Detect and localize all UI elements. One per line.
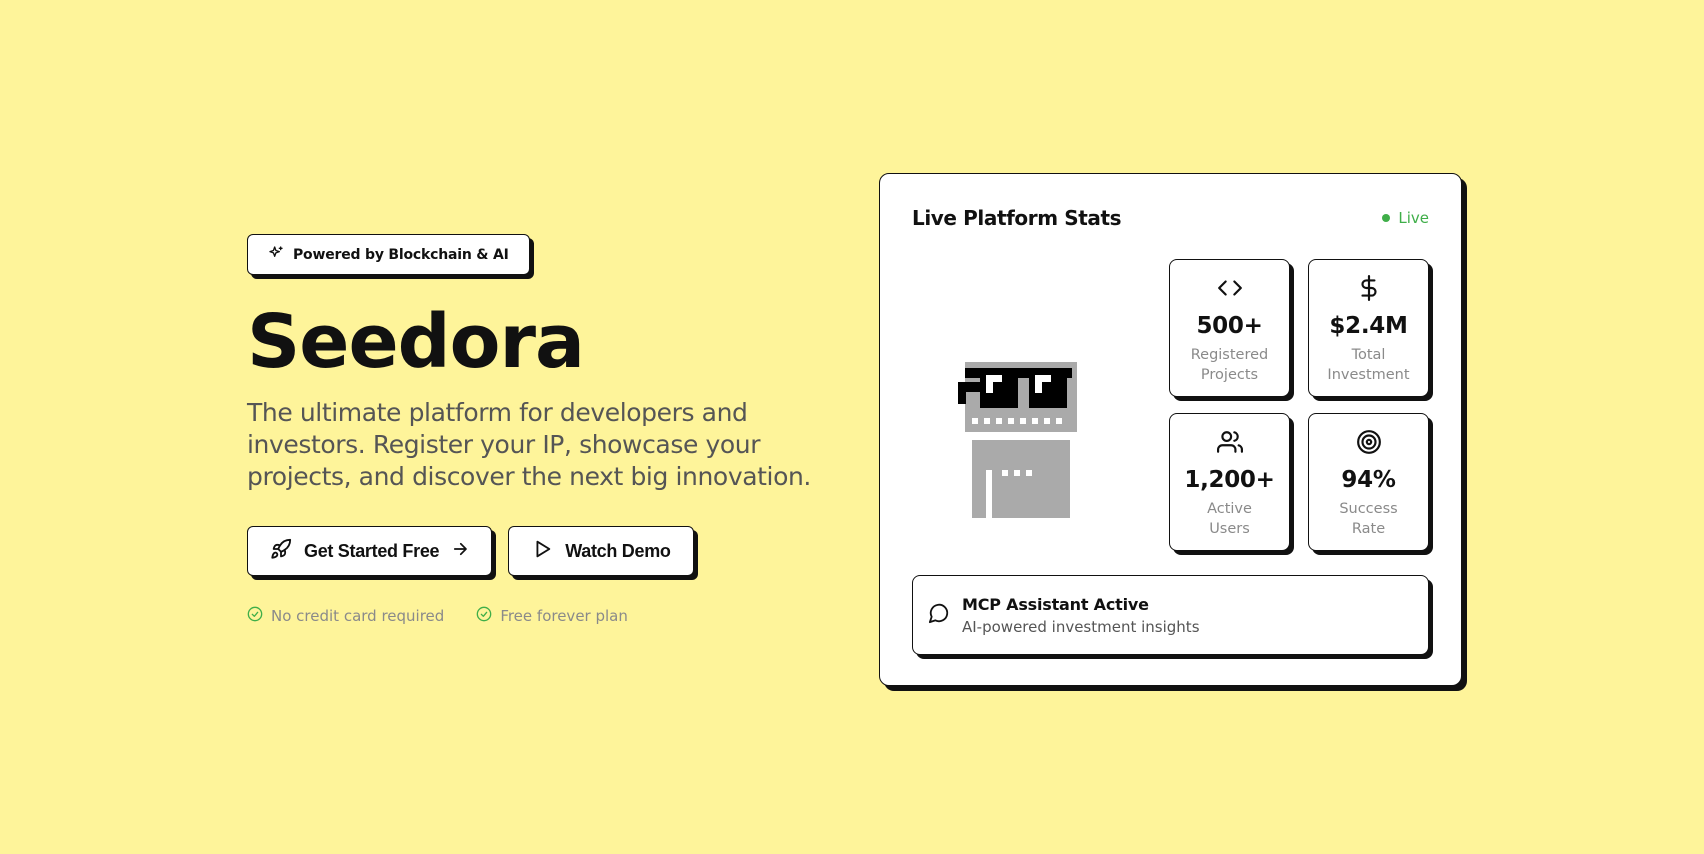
hero-subtitle: The ultimate platform for developers and…: [247, 398, 811, 491]
hero-section: Powered by Blockchain & AI Seedora The u…: [247, 234, 847, 626]
pixel-mascot-illustration: [958, 362, 1080, 522]
mcp-assistant-panel[interactable]: MCP Assistant Active AI-powered investme…: [912, 575, 1429, 655]
perk-label: No credit card required: [271, 607, 445, 625]
arrow-right-icon: [451, 540, 469, 563]
cta-row: Get Started Free Watch Demo: [247, 526, 847, 576]
stats-grid: 500+ Registered Projects $2.4M Total Inv…: [1169, 259, 1429, 551]
stat-tile-projects: 500+ Registered Projects: [1169, 259, 1290, 397]
perk-item: Free forever plan: [476, 606, 628, 626]
sparkles-icon: [268, 245, 284, 265]
card-header: Live Platform Stats Live: [912, 206, 1429, 230]
perk-label: Free forever plan: [500, 607, 628, 625]
stat-value: 1,200+: [1184, 467, 1275, 493]
page: Powered by Blockchain & AI Seedora The u…: [0, 0, 1704, 854]
stat-value: 94%: [1341, 467, 1396, 493]
users-icon: [1216, 429, 1243, 459]
stat-tile-investment: $2.4M Total Investment: [1308, 259, 1429, 397]
stat-label: Success Rate: [1339, 501, 1398, 537]
get-started-button[interactable]: Get Started Free: [247, 526, 493, 576]
stat-value: 500+: [1196, 313, 1263, 339]
perks-list: No credit card required Free forever pla…: [247, 606, 847, 626]
perk-item: No credit card required: [247, 606, 444, 626]
hero-title: Seedora: [247, 299, 585, 385]
mcp-title: MCP Assistant Active: [962, 594, 1149, 614]
live-dot-icon: [1382, 214, 1391, 222]
live-stats-card: Live Platform Stats Live 500+ Registered…: [879, 173, 1462, 686]
watch-demo-label: Watch Demo: [565, 540, 671, 561]
stat-label: Active Users: [1207, 501, 1252, 537]
check-circle-icon: [247, 606, 263, 626]
target-icon: [1356, 429, 1382, 459]
mcp-subtitle: AI-powered investment insights: [962, 617, 1200, 636]
watch-demo-button[interactable]: Watch Demo: [508, 526, 694, 576]
check-circle-icon: [476, 606, 492, 626]
live-indicator: Live: [1382, 209, 1429, 227]
card-title: Live Platform Stats: [912, 206, 1122, 230]
play-icon: [531, 538, 553, 565]
badge-label: Powered by Blockchain & AI: [293, 246, 509, 263]
stat-tile-success: 94% Success Rate: [1308, 413, 1429, 551]
mcp-text: MCP Assistant Active AI-powered investme…: [962, 595, 1200, 636]
stat-label: Total Investment: [1327, 347, 1410, 383]
rocket-icon: [270, 538, 292, 565]
code-icon: [1217, 275, 1243, 305]
dollar-icon: [1356, 275, 1382, 305]
stat-value: $2.4M: [1329, 313, 1408, 339]
message-circle-icon: [928, 602, 950, 628]
stat-label: Registered Projects: [1190, 347, 1269, 383]
live-label: Live: [1398, 209, 1429, 227]
stat-tile-users: 1,200+ Active Users: [1169, 413, 1290, 551]
powered-by-badge: Powered by Blockchain & AI: [247, 234, 530, 275]
get-started-label: Get Started Free: [304, 540, 440, 561]
